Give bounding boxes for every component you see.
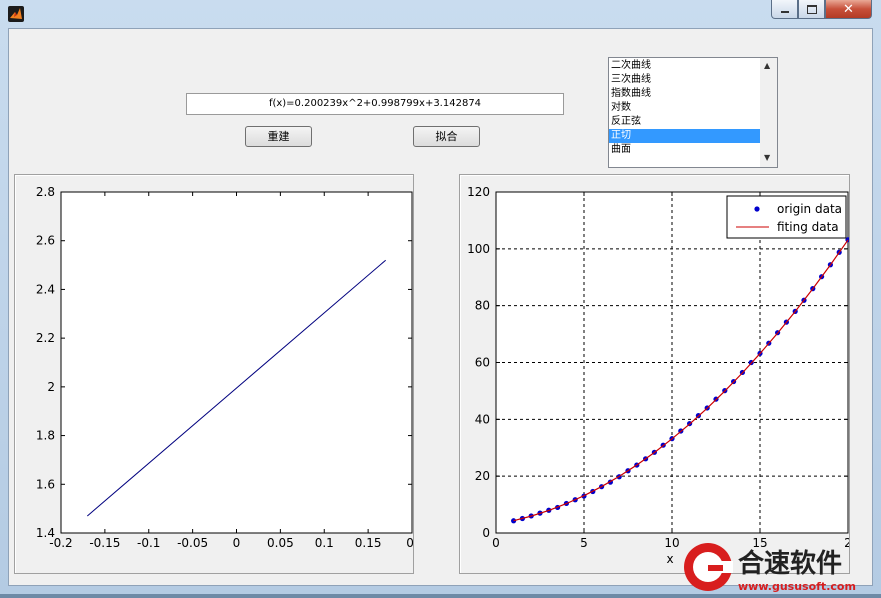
y-tick-label: 1.8 (36, 429, 55, 443)
y-tick-label: 1.4 (36, 526, 55, 540)
y-tick-label: 120 (467, 185, 490, 199)
fit-button[interactable]: 拟合 (413, 126, 480, 147)
legend-label-origin: origin data (777, 202, 842, 216)
close-button[interactable]: ✕ (825, 0, 872, 19)
scroll-up-arrow-icon[interactable]: ▲ (764, 61, 770, 70)
y-tick-label: 60 (475, 356, 490, 370)
close-icon: ✕ (843, 1, 854, 17)
listbox-scrollbar[interactable]: ▲ ▼ (760, 58, 777, 167)
list-item[interactable]: 对数 (609, 101, 760, 115)
y-tick-label: 1.6 (36, 477, 55, 491)
x-tick-label: 0 (492, 536, 500, 550)
x-axis-label: x (666, 552, 673, 566)
maximize-icon (806, 4, 817, 14)
minimize-button[interactable] (771, 0, 798, 19)
watermark-logo: 合速软件 www.gususoft.com (680, 540, 881, 594)
list-item[interactable]: 指数曲线 (609, 87, 760, 101)
y-tick-label: 2.2 (36, 331, 55, 345)
y-tick-label: 40 (475, 412, 490, 426)
right-axes-panel: 0 5 10 15 2 0 20 40 60 80 100 120 x origin data fiting… (459, 174, 852, 574)
watermark-url: www.gususoft.com (738, 580, 856, 593)
app-window: ✕ f(x)=0.200239x^2+0.998799x+3.142874 重建… (0, 0, 881, 594)
x-tick-label: 5 (580, 536, 588, 550)
y-tick-label: 0 (482, 526, 490, 540)
x-tick-label: -0.1 (137, 536, 160, 550)
list-item[interactable]: 曲面 (609, 143, 760, 157)
y-tick-label: 100 (467, 242, 490, 256)
list-item[interactable]: 三次曲线 (609, 73, 760, 87)
y-tick-label: 2.8 (36, 185, 55, 199)
x-tick-label: -0.05 (177, 536, 208, 550)
y-tick-label: 2.4 (36, 282, 55, 296)
window-controls: ✕ (771, 0, 872, 20)
x-tick-label: 10 (664, 536, 679, 550)
plot-area (60, 191, 413, 534)
scroll-down-arrow-icon[interactable]: ▼ (764, 153, 770, 162)
right-axes[interactable]: 0 5 10 15 2020406080100120xorigin datafiting… (460, 175, 852, 573)
reset-button[interactable]: 重建 (245, 126, 312, 147)
figure-area: f(x)=0.200239x^2+0.998799x+3.142874 重建 拟… (8, 28, 873, 586)
y-tick-label: 2 (47, 380, 55, 394)
legend-marker-origin (754, 206, 760, 212)
x-tick-label: -0.15 (89, 536, 120, 550)
x-tick-label: 0.1 (315, 536, 334, 550)
y-tick-label: 20 (475, 469, 490, 483)
y-tick-label: 80 (475, 299, 490, 313)
legend-label-fit: fiting data (777, 220, 839, 234)
x-tick-label: 0 (233, 536, 241, 550)
formula-field[interactable]: f(x)=0.200239x^2+0.998799x+3.142874 (186, 93, 564, 115)
list-item[interactable]: 二次曲线 (609, 59, 760, 73)
left-axes[interactable]: -0.2-0.15-0.1-0.0500.050.10.150.1.41.61.… (15, 175, 418, 573)
maximize-button[interactable] (798, 0, 825, 19)
title-bar[interactable]: ✕ (0, 0, 881, 28)
x-tick-label: 0. (406, 536, 413, 550)
list-item[interactable]: 反正弦 (609, 115, 760, 129)
list-item-selected[interactable]: 正切 (609, 129, 760, 143)
left-axes-panel: -0.2-0.15-0.1-0.0500.050.10.150.1.41.61.… (14, 174, 418, 574)
matlab-logo-icon (8, 6, 24, 22)
x-tick-label: 0.15 (355, 536, 382, 550)
curve-type-listbox[interactable]: 二次曲线 三次曲线 指数曲线 对数 反正弦 正切 曲面 ▲ ▼ (608, 57, 778, 168)
x-tick-label: 0.05 (267, 536, 294, 550)
minimize-icon (780, 11, 789, 13)
watermark-text: 合速软件 (738, 548, 842, 579)
y-tick-label: 2.6 (36, 234, 55, 248)
